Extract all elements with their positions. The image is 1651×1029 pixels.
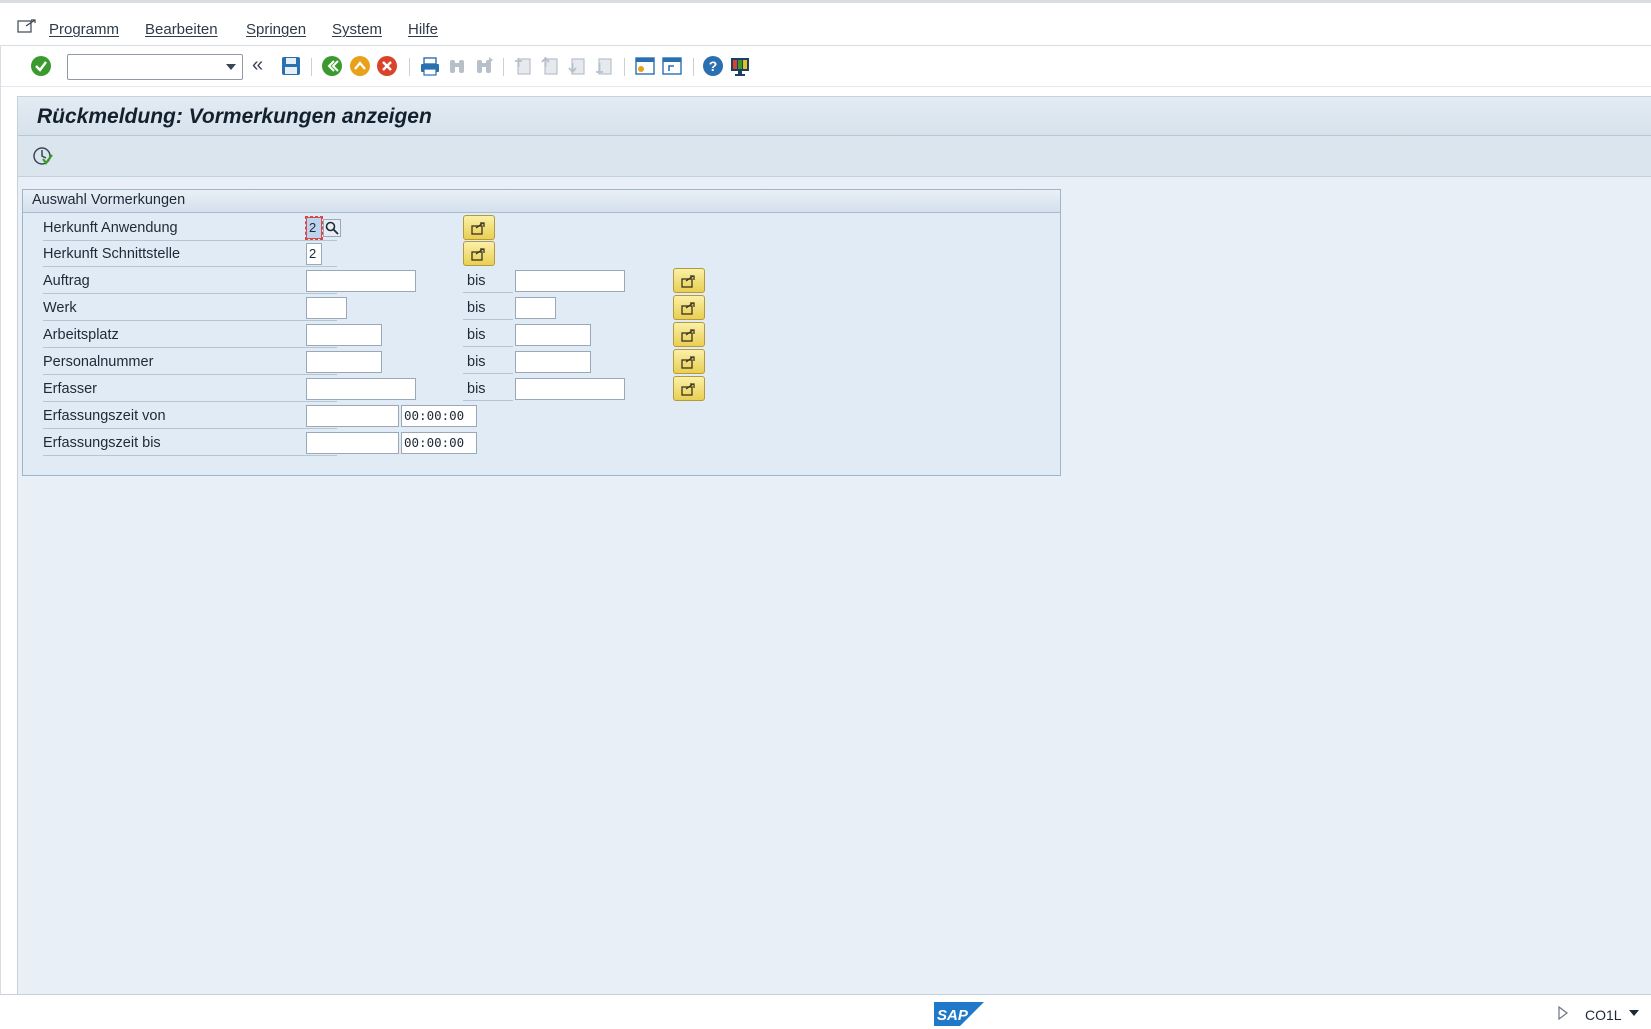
new-session-icon[interactable]: [634, 55, 656, 77]
collapse-command-icon[interactable]: «: [252, 55, 274, 77]
row-auftrag: Auftrag bis: [23, 267, 1060, 294]
menu-springen[interactable]: Springen: [246, 21, 306, 38]
chevron-down-icon[interactable]: [1629, 1010, 1639, 1016]
arbeitsplatz-from-input[interactable]: [306, 324, 382, 346]
row-erfasser: Erfasser bis: [23, 375, 1060, 402]
main-area: Rückmeldung: Vormerkungen anzeigen Auswa…: [17, 96, 1651, 995]
command-field[interactable]: [67, 54, 243, 80]
personalnummer-to-input[interactable]: [515, 351, 591, 373]
multiple-selection-button[interactable]: [673, 268, 705, 293]
status-expand-icon[interactable]: [1558, 1005, 1568, 1025]
field-label: Arbeitsplatz: [43, 321, 337, 348]
help-icon[interactable]: ?: [702, 55, 724, 77]
werk-to-input[interactable]: [515, 297, 556, 319]
multiple-selection-button[interactable]: [673, 349, 705, 374]
field-label: Erfassungszeit bis: [43, 429, 337, 456]
multiple-selection-button[interactable]: [673, 376, 705, 401]
row-erfassungszeit-von: Erfassungszeit von 00:00:00: [23, 402, 1060, 429]
row-werk: Werk bis: [23, 294, 1060, 321]
herkunft-schnittstelle-input[interactable]: 2: [306, 243, 322, 265]
erfassungszeit-von-date-input[interactable]: [306, 405, 399, 427]
multiple-selection-button[interactable]: [673, 295, 705, 320]
field-label: Erfasser: [43, 375, 337, 402]
multiple-selection-button[interactable]: [463, 241, 495, 266]
cancel-icon[interactable]: [376, 55, 398, 77]
find-icon[interactable]: [446, 55, 468, 77]
row-herkunft-anwendung: Herkunft Anwendung 2: [23, 214, 1060, 241]
shortcut-icon[interactable]: [661, 55, 683, 77]
field-label: Herkunft Schnittstelle: [43, 240, 337, 267]
to-label: bis: [463, 321, 513, 347]
personalnummer-from-input[interactable]: [306, 351, 382, 373]
svg-text:?: ?: [709, 58, 718, 74]
sap-logo: SAP: [934, 1002, 984, 1026]
auftrag-to-input[interactable]: [515, 270, 625, 292]
exit-icon[interactable]: [349, 55, 371, 77]
erfasser-from-input[interactable]: [306, 378, 416, 400]
menu-hilfe[interactable]: Hilfe: [408, 21, 438, 38]
execute-icon[interactable]: [32, 145, 54, 167]
werk-from-input[interactable]: [306, 297, 347, 319]
row-arbeitsplatz: Arbeitsplatz bis: [23, 321, 1060, 348]
erfassungszeit-bis-time-input[interactable]: 00:00:00: [401, 432, 477, 454]
multiple-selection-button[interactable]: [463, 215, 495, 240]
group-title: Auswahl Vormerkungen: [32, 192, 186, 208]
toolbar-separator: [503, 58, 504, 76]
customize-layout-icon[interactable]: [729, 55, 751, 77]
menu-options-icon[interactable]: [17, 18, 37, 34]
field-label: Herkunft Anwendung: [43, 214, 337, 241]
to-label: bis: [463, 348, 513, 374]
find-next-icon[interactable]: [473, 55, 495, 77]
window-border: [0, 46, 1, 994]
field-label: Werk: [43, 294, 337, 321]
toolbar-separator: [624, 58, 625, 76]
last-page-icon[interactable]: [593, 55, 615, 77]
arbeitsplatz-to-input[interactable]: [515, 324, 591, 346]
multiple-selection-button[interactable]: [673, 322, 705, 347]
field-label: Erfassungszeit von: [43, 402, 337, 429]
chevron-down-icon[interactable]: [226, 64, 236, 70]
row-herkunft-schnittstelle: Herkunft Schnittstelle 2: [23, 240, 1060, 267]
sap-logo-text: SAP: [937, 1007, 969, 1024]
row-erfassungszeit-bis: Erfassungszeit bis 00:00:00: [23, 429, 1060, 456]
auftrag-from-input[interactable]: [306, 270, 416, 292]
erfassungszeit-von-time-input[interactable]: 00:00:00: [401, 405, 477, 427]
application-toolbar: [18, 136, 1651, 177]
next-page-icon[interactable]: [566, 55, 588, 77]
back-icon[interactable]: [321, 55, 343, 77]
menu-bearbeiten[interactable]: Bearbeiten: [145, 21, 218, 38]
erfasser-to-input[interactable]: [515, 378, 625, 400]
save-icon[interactable]: [280, 55, 302, 77]
toolbar-separator: [693, 58, 694, 76]
toolbar-separator: [409, 58, 410, 76]
page-title: Rückmeldung: Vormerkungen anzeigen: [37, 105, 432, 128]
title-bar: Rückmeldung: Vormerkungen anzeigen: [18, 97, 1651, 136]
sap-window: Programm Bearbeiten Springen System Hilf…: [0, 0, 1651, 1029]
system-toolbar: « ?: [0, 46, 1651, 87]
selection-group: Auswahl Vormerkungen Herkunft Anwendung …: [22, 189, 1061, 476]
menu-system[interactable]: System: [332, 21, 382, 38]
search-help-icon[interactable]: [323, 219, 341, 237]
toolbar-separator: [311, 58, 312, 76]
herkunft-anwendung-input[interactable]: 2: [305, 216, 323, 240]
menu-programm[interactable]: Programm: [49, 21, 119, 38]
menu-bar: Programm Bearbeiten Springen System Hilf…: [0, 0, 1651, 46]
transaction-code: CO1L: [1585, 1007, 1622, 1023]
group-header: Auswahl Vormerkungen: [23, 190, 1060, 213]
previous-page-icon[interactable]: [539, 55, 561, 77]
to-label: bis: [463, 267, 513, 293]
erfassungszeit-bis-date-input[interactable]: [306, 432, 399, 454]
to-label: bis: [463, 294, 513, 320]
print-icon[interactable]: [419, 55, 441, 77]
status-bar: SAP CO1L: [0, 994, 1651, 1029]
field-label: Personalnummer: [43, 348, 337, 375]
enter-checkmark-icon[interactable]: [30, 55, 52, 77]
first-page-icon[interactable]: [512, 55, 534, 77]
field-label: Auftrag: [43, 267, 337, 294]
row-personalnummer: Personalnummer bis: [23, 348, 1060, 375]
to-label: bis: [463, 375, 513, 401]
